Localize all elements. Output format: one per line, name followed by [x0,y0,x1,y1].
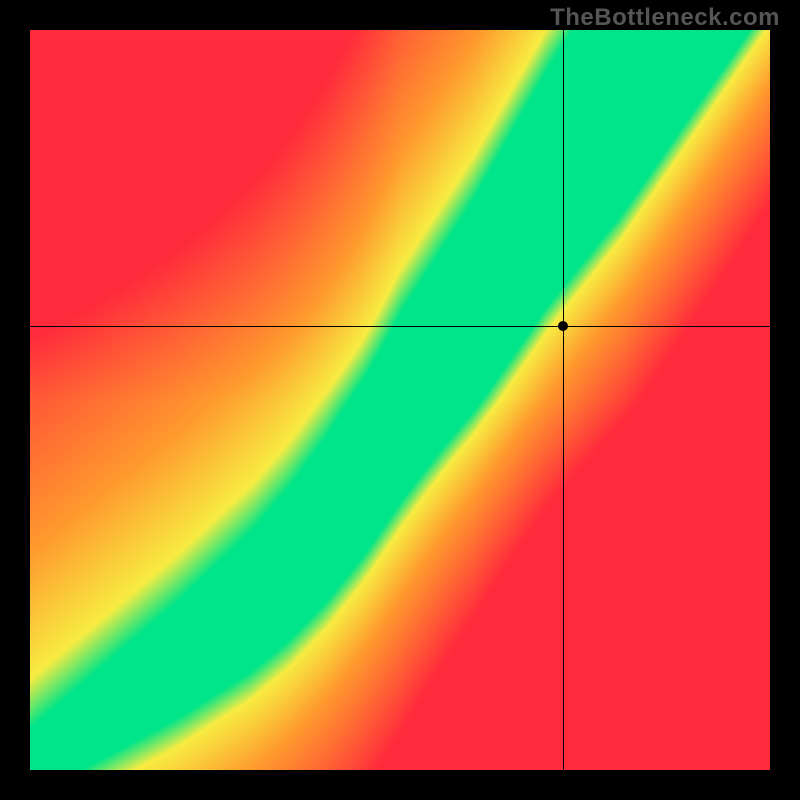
crosshair-vertical [563,30,564,770]
heatmap-canvas [30,30,770,770]
crosshair-horizontal [30,326,770,327]
selection-marker [558,321,568,331]
chart-frame: TheBottleneck.com [0,0,800,800]
plot-area [30,30,770,770]
watermark-text: TheBottleneck.com [550,4,780,32]
